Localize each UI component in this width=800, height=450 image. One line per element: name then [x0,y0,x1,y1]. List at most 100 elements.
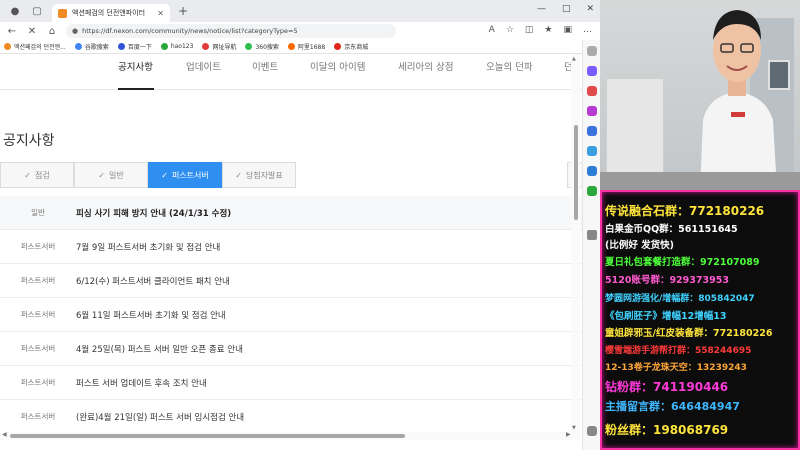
bookmark-item[interactable]: hao123 [160,43,193,50]
notice-title-link[interactable]: 퍼스트 서버 업데이트 후속 조치 안내 [76,377,207,389]
scroll-down-icon[interactable]: ▼ [572,425,576,431]
notice-row[interactable]: 퍼스트서버 (완료)4월 21일(일) 퍼스트 서버 임시점검 안내 [0,400,582,432]
nav-item[interactable]: 오늘의 던파 [486,59,533,73]
extension-icon[interactable] [587,186,597,196]
top-navigation: 공지사항 업데이트 이벤트 이달의 아이템 세리아의 상점 오늘의 던파 던 [0,54,582,90]
more-icon[interactable]: … [583,25,592,35]
close-tab-icon[interactable]: ✕ [157,9,164,18]
nav-item[interactable]: 세리아의 상점 [398,59,453,73]
group-info-line: 主播留言群：646484947 [605,400,740,413]
scroll-left-icon[interactable]: ◀ [2,431,7,438]
nav-item[interactable]: 이벤트 [252,59,278,73]
search-icon[interactable] [587,46,597,56]
notice-title-link[interactable]: (완료)4월 21일(일) 퍼스트 서버 임시점검 안내 [76,411,244,423]
reload-icon[interactable]: ✕ [24,26,40,37]
group-info-line: 《包刷胚子》增幅12增幅13 [605,311,727,322]
webcam-desk [600,172,800,190]
collections-icon[interactable]: ▣ [563,25,572,35]
notice-row[interactable]: 퍼스트서버 4월 25일(목) 퍼스트 서버 일반 오픈 종료 안내 [0,332,582,366]
bookmarks-bar: 액션페검의 던전앤... 谷歌搜索 百度一下 hao123 网址导航 360搜索 阿里168… [0,40,600,54]
bookmark-item[interactable]: 百度一下 [117,42,152,51]
nav-item[interactable]: 이달의 아이템 [310,59,365,73]
notice-row[interactable]: 퍼스트서버 퍼스트 서버 업데이트 후속 조치 안내 [0,366,582,400]
browser-tab[interactable]: 액션페검의 던전앤파이터 ✕ [52,4,170,22]
bookmark-label: 360搜索 [255,44,279,51]
edge-sidebar [582,40,600,450]
bookmark-item[interactable]: 谷歌搜索 [74,42,109,51]
notice-row[interactable]: 일반 피싱 사기 피해 방지 안내 (24/1/31 수정) [0,196,582,230]
address-bar: ← ✕ ⌂ ● https://df.nexon.com/community/n… [0,22,600,40]
bookmark-favicon-icon [202,43,210,50]
browser-window: ● ▢ 액션페검의 던전앤파이터 ✕ + — □ ✕ ← ✕ ⌂ ● https… [0,0,600,450]
bookmark-favicon-icon [334,43,342,50]
close-window-icon[interactable]: ✕ [586,4,594,14]
notice-title-link[interactable]: 6/12(수) 퍼스트서버 클라이언트 패치 안내 [76,275,230,287]
filter-label: 당첨자발표 [245,170,283,180]
tag-icon[interactable] [587,66,597,76]
add-sidebar-app-icon[interactable] [587,230,597,240]
site-favicon-icon [58,8,67,18]
back-icon[interactable]: ← [4,26,20,37]
group-info-line: 樱雪端游手游帮打群：558244695 [605,346,752,356]
notice-category: 일반 [31,208,45,217]
notice-title-link[interactable]: 피싱 사기 피해 방지 안내 (24/1/31 수정) [76,207,231,219]
nav-item[interactable]: 업데이트 [186,59,221,73]
maximize-icon[interactable]: □ [562,4,571,14]
check-icon: ✓ [161,170,168,180]
shopping-icon[interactable] [587,86,597,96]
bookmark-item[interactable]: 网址导航 [202,42,236,51]
bookmark-item[interactable]: 京东商城 [334,42,368,51]
group-info-panel: 传说融合石群：772180226 白果金币QQ群：561151645 (比例好 发货… [600,190,800,450]
group-info-line: 传说融合石群：772180226 [605,204,765,218]
vertical-scrollbar-thumb[interactable] [574,125,578,220]
notice-row[interactable]: 퍼스트서버 6월 11일 퍼스트서버 초기화 및 점검 안내 [0,298,582,332]
sidebar-settings-icon[interactable] [587,426,597,436]
horizontal-scrollbar-thumb[interactable] [10,434,405,438]
notice-category: 퍼스트서버 [20,310,56,319]
scroll-up-icon[interactable]: ▲ [572,56,576,62]
notice-title-link[interactable]: 4월 25일(목) 퍼스트 서버 일반 오픈 종료 안내 [76,343,243,355]
filter-button[interactable]: ✓ 일반 [74,162,148,188]
group-info-line: (比例好 发货快) [605,240,674,251]
home-icon[interactable]: ⌂ [44,26,60,37]
streamer-figure [700,10,777,190]
favorites-icon[interactable]: ★ [544,25,552,35]
notice-category: 퍼스트서버 [20,378,56,387]
split-screen-icon[interactable]: ◫ [525,25,534,35]
bookmark-label: 京东商城 [344,44,369,51]
workspaces-icon[interactable]: ▢ [30,4,44,18]
group-info-line: 梦圆网游强化/增幅群：805842047 [605,294,755,304]
filter-button[interactable]: ✓ 퍼스트서버 [148,162,222,188]
nav-item[interactable]: 공지사항 [118,59,153,73]
tools-icon[interactable] [587,126,597,136]
favorite-star-icon[interactable]: ☆ [506,25,514,35]
games-icon[interactable] [587,106,597,116]
outlook-icon[interactable] [587,166,597,176]
active-nav-underline [118,88,154,90]
vertical-scrollbar-track[interactable] [571,54,580,432]
notice-row[interactable]: 퍼스트서버 6/12(수) 퍼스트서버 클라이언트 패치 안내 [0,264,582,298]
group-info-line: 钻粉群：741190446 [605,380,729,394]
window-controls: — □ ✕ [537,4,594,14]
filter-label: 일반 [108,170,124,180]
office-icon[interactable] [587,146,597,156]
notice-row[interactable]: 퍼스트서버 7월 9일 퍼스트서버 초기화 및 점검 안내 [0,230,582,264]
scroll-right-icon[interactable]: ▶ [566,431,571,438]
profile-icon[interactable]: ● [8,4,22,18]
minimize-icon[interactable]: — [537,4,546,14]
bookmark-item[interactable]: 액션페검의 던전앤... [4,42,66,51]
bookmark-label: 액션페검의 던전앤... [14,44,66,51]
notice-title-link[interactable]: 7월 9일 퍼스트서버 초기화 및 점검 안내 [76,241,220,253]
url-field[interactable]: ● https://df.nexon.com/community/news/no… [66,24,396,38]
group-info-line: 白果金币QQ群：561151645 [605,224,738,235]
group-info-line: 5120账号群：929373953 [605,275,729,286]
bookmark-item[interactable]: 360搜索 [245,42,279,51]
filter-button[interactable]: ✓ 점검 [0,162,74,188]
read-aloud-icon[interactable]: A [489,25,495,35]
bookmark-item[interactable]: 阿里1688 [287,42,325,51]
check-icon: ✓ [24,170,31,180]
notice-title-link[interactable]: 6월 11일 퍼스트서버 초기화 및 점검 안내 [76,309,226,321]
new-tab-button[interactable]: + [178,4,188,18]
filter-button[interactable]: ✓ 당첨자발표 [222,162,296,188]
bookmark-favicon-icon [160,43,168,50]
